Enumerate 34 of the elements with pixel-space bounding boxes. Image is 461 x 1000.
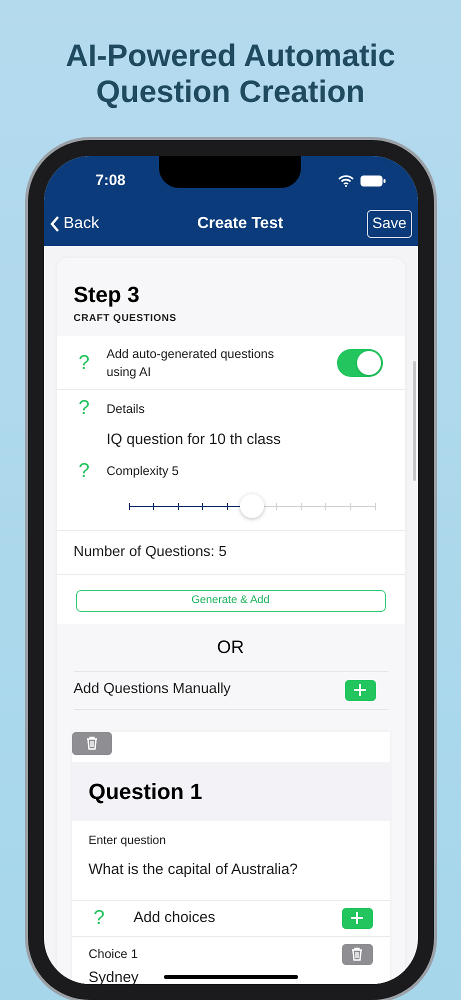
add-choice-button[interactable] <box>342 908 372 928</box>
plus-icon <box>353 683 367 697</box>
save-button[interactable]: Save <box>367 210 412 238</box>
add-choices-label: Add choices <box>134 908 216 928</box>
question-title: Question 1 <box>88 778 202 806</box>
chevron-left-icon <box>50 215 60 233</box>
slider-thumb[interactable] <box>240 494 264 518</box>
complexity-slider[interactable] <box>128 494 374 518</box>
or-divider-text: OR <box>217 636 244 658</box>
question-field[interactable]: Enter question What is the capital of Australia? <box>72 820 390 900</box>
toggle-label: Add auto-generated questions using AI <box>106 346 275 380</box>
choice-label: Choice 1 <box>88 946 138 963</box>
question-field-value: What is the capital of Australia? <box>88 860 299 880</box>
step-title: Step 3 <box>74 281 141 309</box>
trash-icon <box>86 736 98 750</box>
plus-icon <box>350 911 364 925</box>
question-field-label: Enter question <box>88 832 167 848</box>
trash-icon <box>351 947 363 961</box>
manual-label: Add Questions Manually <box>74 680 231 700</box>
status-time: 7:08 <box>96 170 126 191</box>
step-subtitle: CRAFT QUESTIONS <box>74 312 178 326</box>
headline: AI-Powered Automatic Question Creation <box>64 37 396 110</box>
question-count: Number of Questions: 5 <box>74 544 227 560</box>
delete-choice-button[interactable] <box>342 944 372 964</box>
back-button[interactable]: Back <box>50 212 100 236</box>
details-label: Details <box>106 401 146 418</box>
add-question-button[interactable] <box>344 680 376 700</box>
wifi-icon <box>338 175 354 187</box>
nav-title: Create Test <box>197 214 284 234</box>
delete-question-button[interactable] <box>72 732 112 754</box>
complexity-label: Complexity 5 <box>106 462 179 480</box>
battery-icon <box>360 175 386 187</box>
ai-toggle[interactable] <box>336 348 382 376</box>
details-field[interactable]: IQ question for 10 th class <box>106 428 281 452</box>
